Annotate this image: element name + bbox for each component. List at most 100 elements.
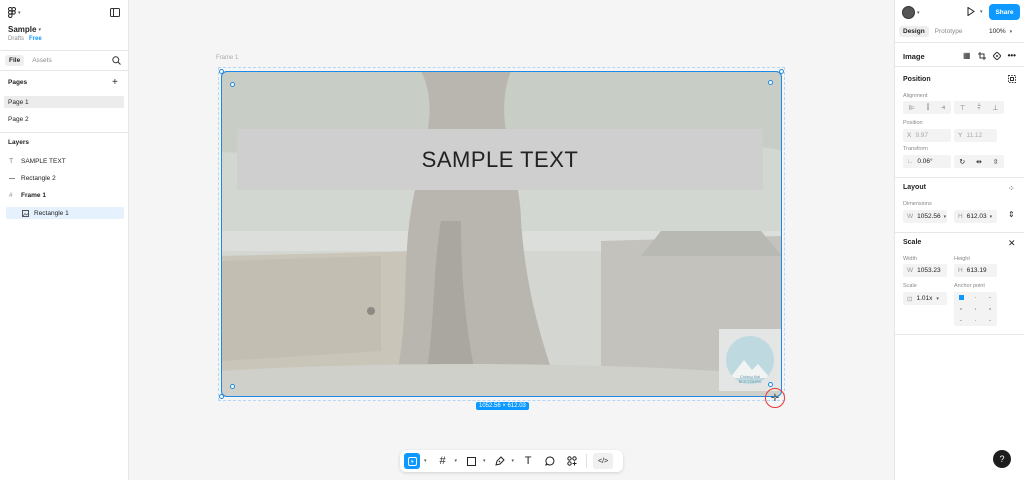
anchor-left[interactable] [960, 308, 962, 310]
add-page-button[interactable]: + [112, 77, 118, 88]
flip-vertical-icon[interactable]: ⇳ [993, 158, 999, 166]
layer-item[interactable]: # Frame 1 [9, 192, 46, 199]
resize-handle[interactable] [219, 69, 224, 74]
anchor-right[interactable] [989, 308, 991, 310]
close-icon: ✕ [1008, 238, 1016, 248]
anchor-bottom[interactable] [974, 319, 977, 322]
align-left-icon[interactable]: ⊫ [909, 104, 915, 112]
components-button[interactable] [564, 453, 580, 469]
tab-assets[interactable]: Assets [32, 57, 52, 64]
chevron-down-icon[interactable]: ▾ [455, 458, 458, 464]
text-icon: T [9, 158, 14, 165]
align-center-icon[interactable]: ⫿ [927, 104, 929, 112]
play-icon [967, 7, 975, 16]
share-button[interactable]: Share [989, 4, 1020, 20]
tab-design[interactable]: Design [899, 26, 929, 37]
right-panel: ▾ ▾ Share Design Prototype 100% ▾ Image … [894, 0, 1024, 480]
rotate-icon[interactable]: ↻ [959, 158, 965, 166]
more-icon[interactable]: ••• [1008, 51, 1016, 60]
layer-label: Rectangle 2 [21, 175, 56, 182]
resize-handle[interactable] [779, 69, 784, 74]
main-menu-button[interactable]: ▾ [8, 7, 21, 18]
anchor-point-grid[interactable] [954, 292, 997, 326]
align-bottom-icon[interactable]: ⊥ [992, 104, 998, 112]
text-tool-button[interactable]: T [520, 453, 536, 469]
layer-item[interactable]: Rectangle 2 [9, 175, 56, 182]
chevron-down-icon[interactable]: ▾ [483, 458, 486, 464]
pen-tool-button[interactable] [492, 453, 508, 469]
help-button[interactable]: ? [993, 450, 1011, 468]
h-value: 612.03 [966, 213, 987, 220]
move-tool-button[interactable] [404, 453, 420, 469]
zoom-dropdown[interactable]: 100% ▾ [989, 28, 1012, 35]
layer-label: Rectangle 1 [34, 209, 69, 217]
frame-tool-button[interactable]: # [435, 453, 451, 469]
layer-item-selected[interactable]: Rectangle 1 [6, 207, 124, 219]
dev-mode-button[interactable]: </> [593, 453, 614, 469]
scale-factor-input[interactable]: ⊡ 1.01x ▾ [903, 292, 947, 305]
anchor-top-left[interactable] [958, 295, 964, 301]
width-input[interactable]: W 1052.56 ▾ [903, 210, 947, 223]
position-heading: Position [903, 76, 931, 83]
y-input[interactable]: Y 11.12 [954, 129, 997, 142]
link-icon: ⇕ [1008, 210, 1015, 219]
component-icon[interactable] [992, 51, 1001, 60]
rectangle-tool-button[interactable] [463, 453, 479, 469]
radius-handle[interactable] [230, 82, 235, 87]
tab-file[interactable]: File [5, 55, 25, 66]
tab-prototype[interactable]: Prototype [935, 28, 963, 35]
autolayout-button[interactable]: ⁘ [1008, 184, 1015, 193]
page-label: Page 2 [8, 116, 29, 123]
constrain-proportions-button[interactable]: ⇕ [1008, 210, 1015, 219]
x-input[interactable]: X 9.97 [903, 129, 951, 142]
dev-mode-icon: </> [598, 457, 609, 465]
w-value: 1052.56 [917, 213, 941, 220]
figma-logo-icon [8, 7, 16, 18]
radius-handle[interactable] [768, 382, 773, 387]
align-right-icon[interactable]: ⫣ [941, 104, 945, 112]
height-input[interactable]: H 612.03 ▾ [954, 210, 997, 223]
radius-handle[interactable] [768, 80, 773, 85]
comment-tool-button[interactable] [542, 453, 558, 469]
canvas[interactable]: Frame 1 SAMPLE TEXT Chiang Mai BLD TOURS [129, 0, 894, 480]
anchor-top-right[interactable] [989, 296, 991, 299]
anchor-bottom-left[interactable] [960, 319, 962, 322]
alignment-label: Alignment [903, 93, 928, 99]
align-top-icon[interactable]: ⊤ [960, 104, 966, 112]
grid-icon[interactable]: ▦ [963, 51, 971, 60]
file-name: Sample [8, 25, 37, 34]
rotation-input[interactable]: ∟ 0.06° [903, 155, 951, 168]
chevron-down-icon[interactable]: ▾ [424, 458, 427, 464]
align-middle-icon[interactable]: ⫩ [977, 104, 981, 112]
search-button[interactable] [112, 56, 121, 67]
scale-height-input[interactable]: H 613.19 [954, 264, 997, 277]
page-item[interactable]: Page 2 [8, 116, 29, 123]
anchor-center[interactable] [974, 308, 977, 310]
crop-icon[interactable] [977, 51, 986, 60]
frame-tool-icon: # [439, 455, 446, 467]
flip-horizontal-icon[interactable]: ⇹ [976, 158, 982, 166]
h-prefix: H [958, 213, 963, 220]
plan-badge: Free [29, 36, 42, 42]
toggle-sidebar-button[interactable] [110, 8, 120, 19]
scale-width-input[interactable]: W 1053.23 [903, 264, 947, 277]
move-tool-icon [407, 456, 417, 466]
zoom-value: 100% [989, 28, 1006, 35]
chevron-down-icon[interactable]: ▾ [512, 458, 515, 464]
resize-handle[interactable] [219, 394, 224, 399]
frame-label[interactable]: Frame 1 [216, 55, 238, 61]
anchor-top[interactable] [974, 296, 977, 299]
user-menu[interactable]: ▾ [902, 6, 920, 19]
close-scale-button[interactable]: ✕ [1008, 238, 1016, 249]
present-button[interactable]: ▾ [967, 7, 983, 16]
file-name-dropdown[interactable]: Sample ▾ [8, 25, 41, 34]
layer-label: SAMPLE TEXT [21, 158, 66, 165]
size-label: 1052.56 × 612.03 [476, 402, 529, 410]
page-item[interactable]: Page 1 [4, 96, 124, 108]
drafts-link[interactable]: Drafts [8, 36, 24, 42]
anchor-bottom-right[interactable] [989, 319, 991, 322]
constraints-button[interactable] [1008, 75, 1016, 85]
anchor-label: Anchor point [954, 283, 985, 289]
radius-handle[interactable] [230, 384, 235, 389]
layer-item[interactable]: T SAMPLE TEXT [9, 158, 66, 165]
